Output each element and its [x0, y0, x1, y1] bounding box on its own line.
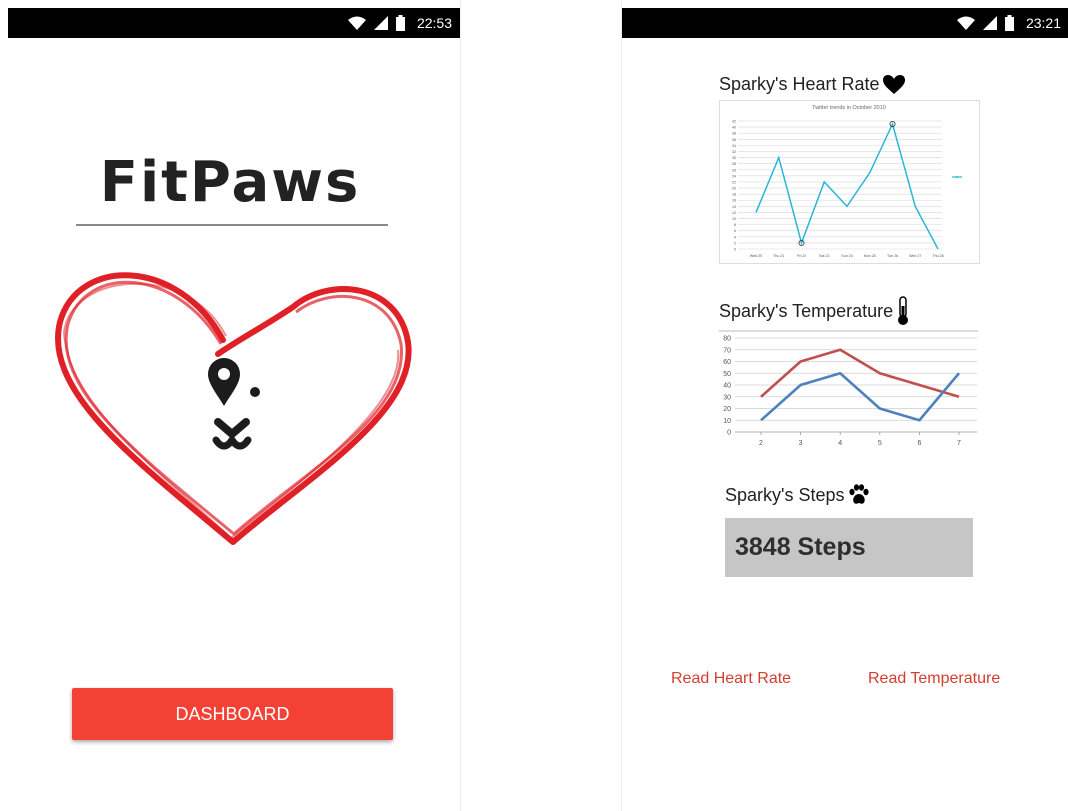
temperature-title: Sparky's Temperature	[719, 296, 910, 326]
y-tick-label: 0	[734, 248, 736, 252]
y-tick-label: 22	[732, 180, 736, 184]
y-tick-label: 20	[723, 406, 731, 413]
y-tick-label: 38	[732, 132, 736, 136]
steps-title-text: Sparky's Steps	[725, 484, 845, 505]
status-time: 23:21	[1025, 15, 1061, 31]
y-tick-label: 80	[723, 336, 731, 343]
y-tick-label: 10	[723, 418, 731, 425]
screen-left: 22:53 FitPaws DASHBOARD	[0, 0, 461, 811]
app-title: FitPaws	[99, 150, 361, 215]
y-tick-label: 0	[727, 430, 731, 437]
steps-count-display: 3848 Steps	[725, 518, 973, 577]
series-line	[755, 121, 939, 250]
y-tick-label: 24	[732, 174, 736, 178]
y-tick-label: 20	[732, 187, 736, 191]
y-tick-label: 42	[732, 120, 736, 124]
y-tick-label: 26	[732, 168, 736, 172]
read-temperature-button[interactable]: Read Temperature	[868, 670, 1000, 688]
status-time: 22:53	[416, 15, 452, 31]
x-tick-label: Fri 22	[797, 254, 806, 258]
x-tick-label: Tue 26	[887, 254, 898, 258]
x-tick-label: 2	[759, 440, 763, 447]
location-pin-eye-icon	[208, 358, 240, 406]
heart-rate-title: Sparky's Heart Rate	[719, 74, 905, 95]
battery-icon	[1004, 15, 1014, 31]
heart-dog-logo-art	[55, 272, 412, 545]
y-tick-label: 30	[732, 156, 736, 160]
logo-underline	[76, 224, 388, 226]
y-tick-label: 6	[734, 229, 736, 233]
heart-rate-title-text: Sparky's Heart Rate	[719, 74, 880, 94]
y-tick-label: 50	[723, 371, 731, 378]
y-tick-label: 34	[732, 144, 736, 148]
y-tick-label: 32	[732, 150, 736, 154]
y-tick-label: 70	[723, 347, 731, 354]
y-tick-label: 60	[723, 359, 731, 366]
status-bar: 22:53	[8, 8, 460, 38]
temperature-title-text: Sparky's Temperature	[719, 300, 894, 321]
x-tick-label: Sat 23	[819, 254, 829, 258]
y-tick-label: 4	[734, 235, 736, 239]
y-tick-label: 18	[732, 193, 736, 197]
x-tick-label: Mon 25	[864, 254, 876, 258]
x-tick-label: 7	[957, 440, 961, 447]
status-bar: 23:21	[622, 8, 1068, 38]
x-tick-label: Wed 20	[750, 254, 762, 258]
x-tick-label: Sun 24	[841, 254, 852, 258]
y-tick-label: 14	[732, 205, 736, 209]
y-tick-label: 28	[732, 162, 736, 166]
wifi-icon	[347, 16, 366, 30]
paw-icon	[848, 484, 869, 504]
heart-icon	[882, 74, 905, 94]
status-icons: 23:21	[956, 8, 1061, 38]
x-tick-label: 6	[917, 440, 921, 447]
y-tick-label: 40	[732, 126, 736, 130]
x-tick-label: Wed 27	[909, 254, 921, 258]
x-tick-label: 4	[838, 440, 842, 447]
steps-title: Sparky's Steps	[725, 484, 870, 506]
y-tick-label: 16	[732, 199, 736, 203]
status-icons: 22:53	[347, 8, 452, 38]
dashboard-button[interactable]: DASHBOARD	[72, 688, 393, 740]
app-logo: FitPaws	[72, 150, 388, 230]
y-tick-label: 8	[734, 223, 736, 227]
thermometer-icon	[898, 296, 909, 325]
chart-title: Twitter trends in October 2010	[812, 105, 886, 111]
signal-icon	[373, 16, 388, 30]
x-tick-label: Thu 28	[932, 254, 943, 258]
x-tick-label: 3	[799, 440, 803, 447]
y-tick-label: 2	[734, 241, 736, 245]
signal-icon	[982, 16, 997, 30]
y-tick-label: 30	[723, 394, 731, 401]
x-tick-label: Thu 21	[773, 254, 784, 258]
legend-marker	[956, 176, 958, 178]
read-heart-rate-button[interactable]: Read Heart Rate	[671, 670, 791, 688]
wifi-icon	[956, 16, 975, 30]
y-tick-label: 40	[723, 383, 731, 390]
heart-rate-chart: Twitter trends in October 20100246810121…	[719, 100, 980, 264]
y-tick-label: 12	[732, 211, 736, 215]
battery-icon	[395, 15, 405, 31]
temperature-chart: 0 10 20 30 40 50 60 70 80 2 3 4 5 6 7	[719, 330, 978, 447]
screen-right: 23:21 Sparky's Heart Rate Twitter trends…	[621, 0, 1068, 811]
x-tick-label: 5	[878, 440, 882, 447]
y-tick-label: 36	[732, 138, 736, 142]
y-tick-label: 10	[732, 217, 736, 221]
